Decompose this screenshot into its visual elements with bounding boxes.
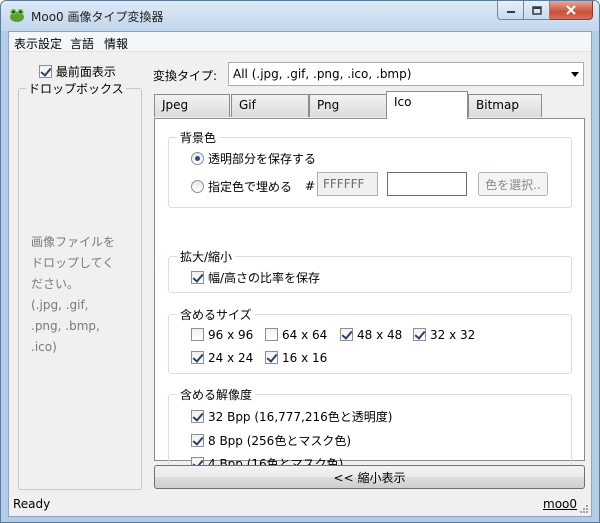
status-text: Ready (13, 497, 51, 511)
tab-bitmap[interactable]: Bitmap (468, 94, 542, 117)
size-label: 96 x 96 (208, 328, 254, 342)
keep-transparent-option[interactable]: 透明部分を保存する (191, 150, 316, 167)
depth-checkbox[interactable] (191, 410, 204, 423)
size-option-96[interactable]: 96 x 96 (191, 328, 253, 342)
tab-label: Png (317, 98, 340, 112)
menu-language[interactable]: 言語 (70, 35, 94, 52)
sizes-group: 含めるサイズ 96 x 96 64 x 64 48 x 48 32 x 32 2… (168, 306, 572, 374)
close-button[interactable] (550, 1, 593, 20)
ico-tab-panel: 背景色 透明部分を保存する 指定色で埋める # FFFFFF 色を選択.. 拡大… (154, 118, 585, 476)
group-title: 含めるサイズ (177, 306, 255, 323)
keep-transparent-radio[interactable] (191, 152, 204, 165)
keep-ratio-checkbox[interactable] (191, 271, 204, 284)
drop-box-title: ドロップボックス (26, 80, 126, 97)
depth-checkbox[interactable] (191, 434, 204, 447)
moo0-link[interactable]: moo0 (543, 497, 577, 511)
always-on-top-option[interactable]: 最前面表示 (39, 63, 116, 80)
convert-type-label: 変換タイプ: (153, 69, 218, 83)
menu-bar: 表示設定 言語 情報 (9, 32, 591, 52)
tab-label: Jpeg (162, 98, 189, 112)
keep-transparent-label: 透明部分を保存する (208, 152, 317, 166)
size-checkbox[interactable] (191, 351, 204, 364)
size-checkbox[interactable] (265, 328, 278, 341)
chevron-down-icon (571, 72, 579, 77)
menu-display-settings[interactable]: 表示設定 (14, 35, 62, 52)
size-label: 32 x 32 (430, 328, 476, 342)
menu-info[interactable]: 情報 (104, 35, 128, 52)
background-color-group: 背景色 透明部分を保存する 指定色で埋める # FFFFFF 色を選択.. (168, 129, 572, 208)
minimize-icon (506, 11, 515, 13)
size-option-16[interactable]: 16 x 16 (265, 351, 327, 365)
size-label: 48 x 48 (357, 328, 403, 342)
title-bar[interactable]: Moo0 画像タイプ変換器 (1, 1, 599, 31)
size-option-32[interactable]: 32 x 32 (413, 328, 475, 342)
depth-option-8[interactable]: 8 Bpp (256色とマスク色) (191, 432, 351, 449)
size-label: 16 x 16 (282, 351, 328, 365)
tab-jpeg[interactable]: Jpeg (154, 94, 230, 117)
minimize-button[interactable] (497, 1, 524, 20)
tab-label: Gif (239, 98, 256, 112)
resize-grip-icon[interactable] (579, 504, 589, 514)
depth-label: 8 Bpp (256色とマスク色) (208, 434, 351, 448)
keep-ratio-label: 幅/高さの比率を保存 (208, 271, 321, 285)
tab-ico[interactable]: Ico (386, 91, 468, 119)
fill-color-label: 指定色で埋める (208, 180, 293, 194)
size-option-48[interactable]: 48 x 48 (340, 328, 402, 342)
fill-color-radio[interactable] (191, 180, 204, 193)
hash-label: # (305, 179, 316, 193)
caption-buttons (497, 1, 593, 21)
size-label: 24 x 24 (208, 351, 254, 365)
fill-color-option[interactable]: 指定色で埋める (191, 178, 292, 195)
tab-label: Ico (394, 95, 412, 109)
convert-type-select[interactable]: All (.jpg, .gif, .png, .ico, .bmp) (228, 62, 584, 86)
tab-png[interactable]: Png (309, 94, 387, 117)
close-icon (566, 5, 576, 15)
tab-label: Bitmap (476, 98, 519, 112)
frog-app-icon (10, 9, 24, 22)
group-title: 拡大/縮小 (177, 248, 236, 265)
choose-color-button[interactable]: 色を選択.. (478, 172, 548, 196)
window-title: Moo0 画像タイプ変換器 (31, 10, 164, 24)
keep-ratio-option[interactable]: 幅/高さの比率を保存 (191, 269, 320, 286)
size-checkbox[interactable] (340, 328, 353, 341)
size-checkbox[interactable] (191, 328, 204, 341)
group-title: 含める解像度 (177, 386, 256, 403)
bit-depth-group: 含める解像度 32 Bpp (16,777,216色と透明度) 8 Bpp (2… (168, 386, 572, 476)
tab-gif[interactable]: Gif (231, 94, 309, 117)
maximize-icon (531, 5, 542, 15)
always-on-top-label: 最前面表示 (55, 65, 116, 79)
maximize-button[interactable] (524, 1, 550, 20)
drop-box-hint: 画像ファイルを ドロップしてく ださい。 (.jpg, .gif, .png, … (31, 235, 116, 354)
hex-color-field[interactable]: FFFFFF (317, 172, 378, 196)
convert-type-value: All (.jpg, .gif, .png, .ico, .bmp) (233, 67, 412, 81)
client-area: 表示設定 言語 情報 最前面表示 ドロップボックス 画像ファイルを ドロップして… (8, 31, 592, 517)
size-option-24[interactable]: 24 x 24 (191, 351, 253, 365)
scale-group: 拡大/縮小 幅/高さの比率を保存 (168, 248, 572, 293)
depth-option-32[interactable]: 32 Bpp (16,777,216色と透明度) (191, 408, 392, 425)
size-label: 64 x 64 (282, 328, 328, 342)
size-checkbox[interactable] (265, 351, 278, 364)
depth-label: 32 Bpp (16,777,216色と透明度) (208, 410, 393, 424)
size-option-64[interactable]: 64 x 64 (265, 328, 327, 342)
color-preview (387, 172, 467, 196)
always-on-top-checkbox[interactable] (39, 65, 52, 78)
collapse-view-button[interactable]: << 縮小表示 (154, 465, 585, 489)
size-checkbox[interactable] (413, 328, 426, 341)
app-window: Moo0 画像タイプ変換器 表示設定 言語 情報 最前面表示 ドロップボックス … (0, 0, 600, 523)
group-title: 背景色 (177, 129, 220, 146)
